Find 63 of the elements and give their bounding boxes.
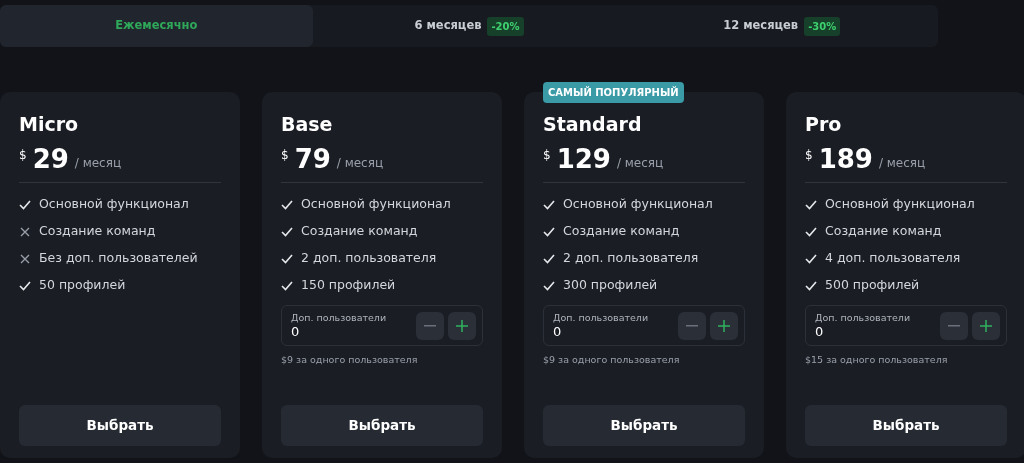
billing-tab[interactable]: 6 месяцев -20% [312,5,626,47]
field-value: 0 [291,323,301,340]
plus-button[interactable] [972,311,1000,340]
extra-users-field[interactable]: Доп. пользователи 0 [805,305,1007,346]
plan-price: 189 [818,144,873,174]
field-label: Доп. пользователи [553,311,650,324]
minus-icon [948,324,960,327]
field-label: Доп. пользователи [815,311,912,324]
plan-name: Micro [19,112,80,136]
feature-text: Основной функционал [301,195,451,214]
currency-sign: $ [805,147,813,164]
price-period: / месяц [616,155,664,172]
plus-button[interactable] [710,311,738,340]
feature-text: Создание команд [301,222,418,241]
feature-text: Создание команд [563,222,680,241]
feature-text: 2 доп. пользователя [563,249,699,268]
feature-text: 300 профилей [563,276,658,295]
plan-name: Base [281,112,334,136]
billing-tab[interactable]: Ежемесячно [0,5,313,47]
price-period: / месяц [74,155,122,172]
price-note: $9 за одного пользователя [281,353,419,367]
feature-text: Основной функционал [563,195,713,214]
field-value: 0 [553,323,563,340]
plus-icon [456,319,468,332]
plan-price: 29 [32,144,69,174]
feature-text: 4 доп. пользователя [825,249,961,268]
discount-badge: -20% [487,16,524,36]
feature-text: 50 профилей [39,276,126,295]
feature-text: Создание команд [825,222,942,241]
field-label: Доп. пользователи [291,311,388,324]
feature-text: 2 доп. пользователя [301,249,437,268]
plan-name: Standard [543,112,643,136]
feature-text: Без доп. пользователей [39,249,198,268]
currency-sign: $ [281,147,289,164]
price-note: $15 за одного пользователя [805,353,949,367]
select-button[interactable]: Выбрать [19,405,221,446]
price-note: $9 за одного пользователя [543,353,681,367]
extra-users-field[interactable]: Доп. пользователи 0 [543,305,745,346]
plan-name: Pro [805,112,843,136]
feature-text: Основной функционал [39,195,189,214]
feature-text: Создание команд [39,222,156,241]
popular-badge: САМЫЙ ПОПУЛЯРНЫЙ [543,82,684,103]
select-button[interactable]: Выбрать [805,405,1007,446]
select-button[interactable]: Выбрать [281,405,483,446]
plus-icon [718,319,730,332]
select-button[interactable]: Выбрать [543,405,745,446]
minus-icon [424,324,436,327]
plus-button[interactable] [448,311,476,340]
minus-icon [686,324,698,327]
plan-price: 129 [556,144,611,174]
feature-text: Основной функционал [825,195,975,214]
plus-icon [980,319,992,332]
feature-text: 150 профилей [301,276,396,295]
currency-sign: $ [543,147,551,164]
billing-tab[interactable]: 12 месяцев -30% [625,5,938,47]
plan-price: 79 [294,144,331,174]
extra-users-field[interactable]: Доп. пользователи 0 [281,305,483,346]
feature-text: 500 профилей [825,276,920,295]
currency-sign: $ [19,147,27,164]
price-period: / месяц [878,155,926,172]
field-value: 0 [815,323,825,340]
discount-badge: -30% [804,16,841,36]
price-period: / месяц [336,155,384,172]
